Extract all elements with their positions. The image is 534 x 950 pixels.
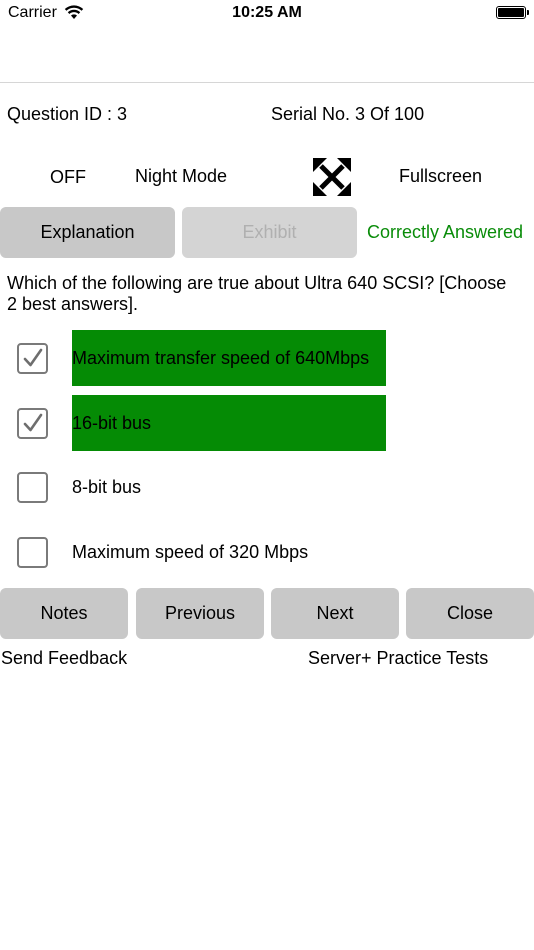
result-status: Correctly Answered	[367, 222, 524, 242]
night-mode-toggle[interactable]: OFF	[50, 167, 86, 188]
answer-checkbox-3[interactable]	[17, 472, 48, 503]
close-button[interactable]: Close	[406, 588, 534, 639]
previous-button[interactable]: Previous	[136, 588, 264, 639]
app-brand-label: Server+ Practice Tests	[308, 648, 489, 668]
answer-option-1[interactable]: Maximum transfer speed of 640Mbps	[72, 330, 386, 386]
fullscreen-label[interactable]: Fullscreen	[399, 166, 482, 187]
serial-number: Serial No. 3 Of 100	[271, 104, 425, 124]
exhibit-button[interactable]: Exhibit	[182, 207, 357, 258]
question-text: Which of the following are true about Ul…	[7, 273, 507, 314]
explanation-button[interactable]: Explanation	[0, 207, 175, 258]
answer-checkbox-2[interactable]	[17, 408, 48, 439]
status-time: 10:25 AM	[232, 4, 302, 21]
next-button[interactable]: Next	[271, 588, 399, 639]
expand-arrows-icon[interactable]	[312, 157, 352, 197]
checkmark-icon	[23, 348, 43, 367]
answer-option-4[interactable]: Maximum speed of 320 Mbps	[72, 524, 308, 580]
checkmark-icon	[23, 413, 43, 432]
nav-divider	[0, 82, 534, 83]
answer-checkbox-4[interactable]	[17, 537, 48, 568]
send-feedback-link[interactable]: Send Feedback	[1, 648, 127, 669]
question-id: Question ID : 3	[7, 104, 128, 124]
notes-button[interactable]: Notes	[0, 588, 128, 639]
answer-option-2[interactable]: 16-bit bus	[72, 395, 386, 451]
battery-icon	[496, 6, 529, 19]
night-mode-label: Night Mode	[135, 166, 228, 186]
answer-checkbox-1[interactable]	[17, 343, 48, 374]
answer-option-3[interactable]: 8-bit bus	[72, 459, 141, 515]
